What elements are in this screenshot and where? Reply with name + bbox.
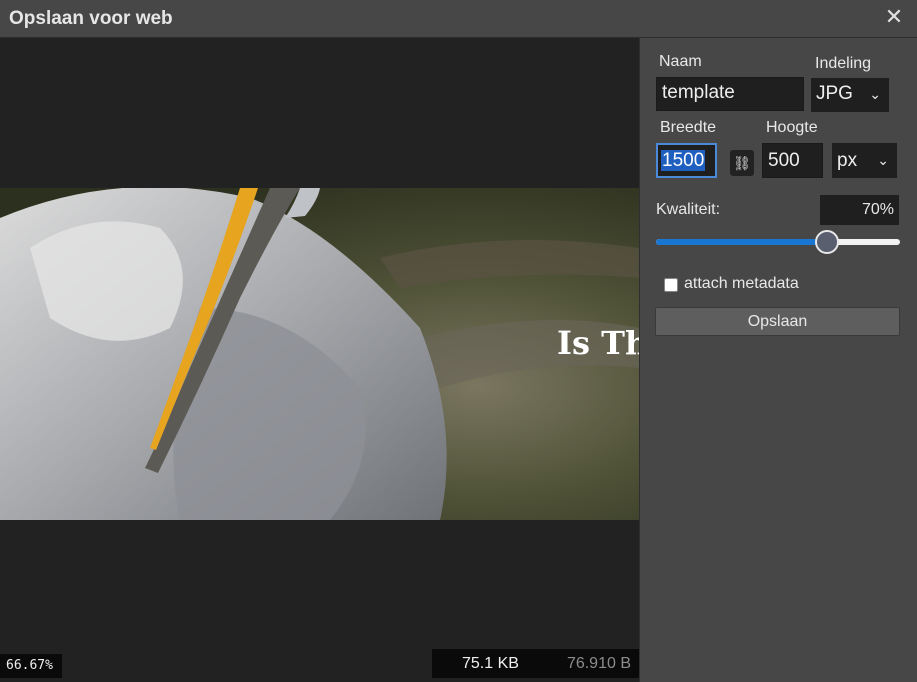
pelican-photo [0, 188, 639, 520]
width-value: 1500 [661, 150, 706, 171]
save-button[interactable]: Opslaan [655, 307, 900, 336]
title-bar: Opslaan voor web ✕ [0, 0, 917, 38]
close-icon[interactable]: ✕ [883, 6, 905, 28]
file-size-kb: 75.1 KB [462, 655, 519, 672]
height-input[interactable]: 500 [762, 143, 823, 178]
metadata-checkbox[interactable] [664, 278, 678, 292]
height-label: Hoogte [766, 119, 818, 136]
slider-thumb[interactable] [814, 230, 839, 254]
format-label: Indeling [815, 55, 872, 72]
quality-value[interactable]: 70% [820, 195, 899, 225]
overlay-text: Is Thi [557, 324, 639, 362]
file-size-readout: 75.1 KB 76.910 B [432, 649, 639, 678]
metadata-label: attach metadata [684, 275, 799, 292]
unit-value: px [837, 150, 858, 171]
width-label: Breedte [660, 119, 717, 136]
width-input[interactable]: 1500 [656, 143, 717, 178]
name-label: Naam [659, 53, 702, 70]
export-settings-panel: Naam template Indeling JPG ⌄ Breedte 150… [639, 38, 917, 682]
quality-slider[interactable] [656, 230, 900, 254]
preview-image: Is Thi [0, 188, 639, 520]
zoom-level: 66.67% [0, 654, 62, 678]
chevron-down-icon: ⌄ [877, 152, 889, 168]
chevron-down-icon: ⌄ [869, 86, 881, 102]
unit-select[interactable]: px ⌄ [832, 143, 897, 178]
link-icon[interactable]: ⛓ [730, 150, 754, 176]
preview-canvas[interactable]: Is Thi 66.67% 75.1 KB 76.910 B [0, 38, 639, 682]
file-size-bytes: 76.910 B [566, 655, 631, 672]
format-select[interactable]: JPG ⌄ [811, 78, 889, 112]
format-value: JPG [816, 83, 853, 104]
dialog-title: Opslaan voor web [9, 8, 173, 29]
quality-label: Kwaliteit: [656, 201, 721, 218]
slider-fill [656, 239, 827, 245]
name-input[interactable]: template [656, 77, 804, 111]
